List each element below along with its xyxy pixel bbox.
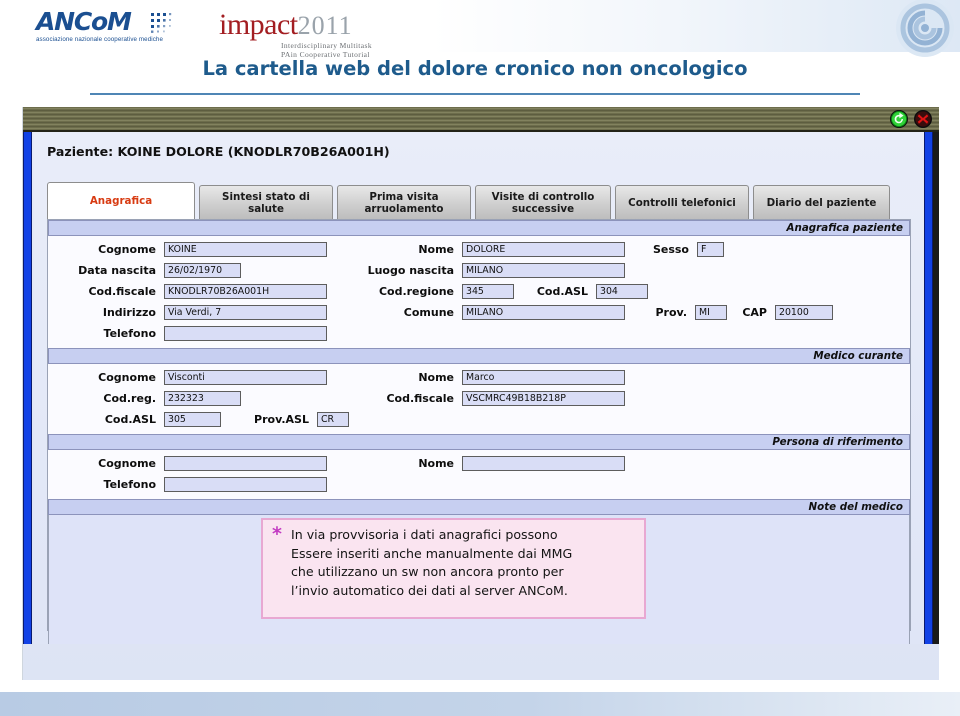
input-cognome[interactable]: KOINE bbox=[164, 242, 327, 257]
input-data-nascita[interactable]: 26/02/1970 bbox=[164, 263, 241, 278]
section-title-medico: Medico curante bbox=[813, 350, 903, 362]
impact-logo: impact2011 Interdisciplinary Multitask P… bbox=[219, 10, 387, 60]
ancom-logo: ANCoM associazione nazionale cooperative… bbox=[36, 9, 178, 49]
label-cod-fiscale: Cod.fiscale bbox=[88, 285, 156, 298]
section-header-anagrafica-paziente: Anagrafica paziente bbox=[48, 220, 910, 236]
page-title: La cartella web del dolore cronico non o… bbox=[202, 57, 748, 80]
impact-word: impact bbox=[219, 8, 298, 41]
label-rif-telefono: Telefono bbox=[103, 478, 156, 491]
input-prov[interactable]: MI bbox=[695, 305, 727, 320]
input-nome[interactable]: DOLORE bbox=[462, 242, 625, 257]
label-nome: Nome bbox=[418, 243, 454, 256]
label-medico-cod-asl: Cod.ASL bbox=[104, 413, 156, 426]
input-comune[interactable]: MILANO bbox=[462, 305, 625, 320]
tab-prima-visita-arruolamento[interactable]: Prima visita arruolamento bbox=[337, 185, 471, 219]
input-cod-asl[interactable]: 304 bbox=[596, 284, 648, 299]
input-medico-cognome[interactable]: Visconti bbox=[164, 370, 327, 385]
tab-visite-di-controllo-successive[interactable]: Visite di controllo successive bbox=[475, 185, 611, 219]
window-controls bbox=[889, 109, 933, 129]
label-rif-nome: Nome bbox=[418, 457, 454, 470]
callout-text: In via provvisoria i dati anagrafici pos… bbox=[291, 527, 573, 598]
label-luogo-nascita: Luogo nascita bbox=[367, 264, 454, 277]
left-blue-rail bbox=[23, 132, 32, 644]
footer-bar bbox=[0, 692, 960, 716]
section-header-medico-curante: Medico curante bbox=[48, 348, 910, 364]
input-cap[interactable]: 20100 bbox=[775, 305, 833, 320]
input-medico-prov-asl[interactable]: CR bbox=[317, 412, 349, 427]
refresh-icon[interactable] bbox=[889, 109, 909, 129]
title-area: La cartella web del dolore cronico non o… bbox=[90, 57, 860, 95]
label-cognome: Cognome bbox=[98, 243, 156, 256]
right-rail-shadow bbox=[933, 132, 939, 644]
label-medico-prov-asl: Prov.ASL bbox=[254, 413, 309, 426]
callout-note: * In via provvisoria i dati anagrafici p… bbox=[261, 518, 646, 619]
input-rif-nome[interactable] bbox=[462, 456, 625, 471]
row-medico-codreg-codfiscale: Cod.reg. 232323 Cod.fiscale VSCMRC49B18B… bbox=[48, 388, 910, 409]
tab-controlli-telefonici[interactable]: Controlli telefonici bbox=[615, 185, 749, 219]
section-title-riferimento: Persona di riferimento bbox=[772, 436, 903, 448]
spiral-decoration-icon bbox=[896, 0, 954, 57]
anagrafica-fields: Cognome KOINE Nome DOLORE Sesso F Data n… bbox=[48, 236, 910, 348]
close-icon[interactable] bbox=[913, 109, 933, 129]
section-title-note: Note del medico bbox=[808, 501, 903, 513]
input-telefono[interactable] bbox=[164, 326, 327, 341]
row-codfiscale-codregione-codasl: Cod.fiscale KNODLR70B26A001H Cod.regione… bbox=[48, 281, 910, 302]
label-sesso: Sesso bbox=[652, 243, 689, 256]
patient-header: Paziente: KOINE DOLORE (KNODLR70B26A001H… bbox=[47, 144, 390, 159]
slide-root: ANCoM associazione nazionale cooperative… bbox=[0, 0, 960, 716]
impact-subtitle-1: Interdisciplinary Multitask bbox=[281, 41, 372, 50]
label-cod-regione: Cod.regione bbox=[378, 285, 454, 298]
input-medico-cod-reg[interactable]: 232323 bbox=[164, 391, 241, 406]
label-medico-cod-fiscale: Cod.fiscale bbox=[386, 392, 454, 405]
label-medico-nome: Nome bbox=[418, 371, 454, 384]
label-comune: Comune bbox=[403, 306, 454, 319]
section-header-note-del-medico: Note del medico bbox=[48, 499, 910, 515]
section-title-anagrafica: Anagrafica paziente bbox=[786, 222, 903, 234]
input-rif-cognome[interactable] bbox=[164, 456, 327, 471]
row-rif-telefono: Telefono bbox=[48, 474, 910, 495]
input-cod-fiscale[interactable]: KNODLR70B26A001H bbox=[164, 284, 327, 299]
row-medico-codasl-provasl: Cod.ASL 305 Prov.ASL CR bbox=[48, 409, 910, 430]
title-divider bbox=[90, 93, 860, 95]
row-data-luogo-nascita: Data nascita 26/02/1970 Luogo nascita MI… bbox=[48, 260, 910, 281]
input-cod-regione[interactable]: 345 bbox=[462, 284, 514, 299]
tab-anagrafica[interactable]: Anagrafica bbox=[47, 182, 195, 219]
tab-diario-del-paziente[interactable]: Diario del paziente bbox=[753, 185, 890, 219]
input-rif-telefono[interactable] bbox=[164, 477, 327, 492]
label-data-nascita: Data nascita bbox=[78, 264, 156, 277]
section-header-persona-di-riferimento: Persona di riferimento bbox=[48, 434, 910, 450]
row-cognome-nome-sesso: Cognome KOINE Nome DOLORE Sesso F bbox=[48, 239, 910, 260]
riferimento-fields: Cognome Nome Telefono bbox=[48, 450, 910, 499]
input-indirizzo[interactable]: Via Verdi, 7 bbox=[164, 305, 327, 320]
row-medico-cognome-nome: Cognome Visconti Nome Marco bbox=[48, 367, 910, 388]
row-indirizzo-comune-prov-cap: Indirizzo Via Verdi, 7 Comune MILANO Pro… bbox=[48, 302, 910, 323]
input-sesso[interactable]: F bbox=[697, 242, 724, 257]
input-medico-nome[interactable]: Marco bbox=[462, 370, 625, 385]
input-medico-cod-asl[interactable]: 305 bbox=[164, 412, 221, 427]
window-titlebar bbox=[23, 107, 939, 132]
label-telefono: Telefono bbox=[103, 327, 156, 340]
row-telefono: Telefono bbox=[48, 323, 910, 344]
label-cod-asl: Cod.ASL bbox=[536, 285, 588, 298]
ancom-tagline: associazione nazionale cooperative medic… bbox=[36, 36, 163, 43]
tab-sintesi-stato-di-salute[interactable]: Sintesi stato di salute bbox=[199, 185, 333, 219]
impact-wordmark: impact2011 bbox=[219, 10, 387, 41]
label-medico-cod-reg: Cod.reg. bbox=[103, 392, 156, 405]
asterisk-icon: * bbox=[272, 523, 282, 545]
ancom-dots-icon bbox=[151, 13, 172, 33]
row-rif-cognome-nome: Cognome Nome bbox=[48, 453, 910, 474]
right-blue-rail bbox=[924, 132, 933, 644]
input-luogo-nascita[interactable]: MILANO bbox=[462, 263, 625, 278]
impact-year: 2011 bbox=[297, 11, 353, 40]
label-medico-cognome: Cognome bbox=[98, 371, 156, 384]
medico-fields: Cognome Visconti Nome Marco Cod.reg. 232… bbox=[48, 364, 910, 434]
tab-bar: Anagrafica Sintesi stato di salute Prima… bbox=[47, 182, 890, 219]
label-prov: Prov. bbox=[655, 306, 688, 319]
label-indirizzo: Indirizzo bbox=[102, 306, 156, 319]
label-cap: CAP bbox=[742, 306, 767, 319]
label-rif-cognome: Cognome bbox=[98, 457, 156, 470]
input-medico-cod-fiscale[interactable]: VSCMRC49B18B218P bbox=[462, 391, 625, 406]
